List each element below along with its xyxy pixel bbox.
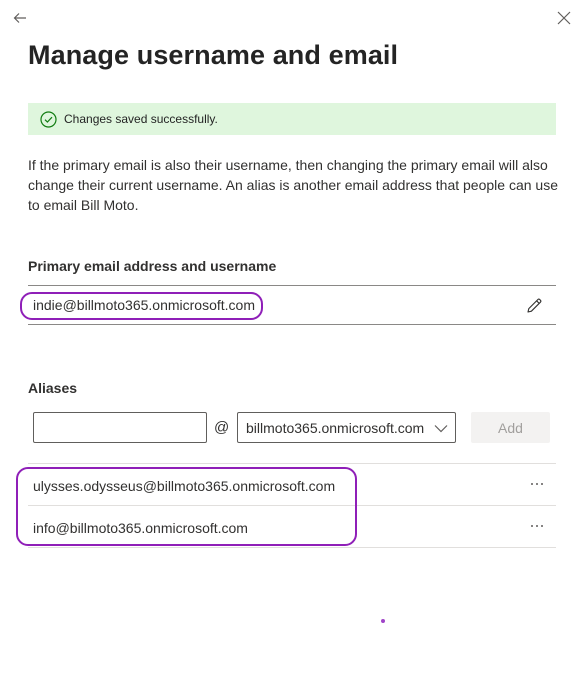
annotation-dot: [381, 619, 385, 623]
more-options-icon: [531, 483, 543, 485]
description-text: If the primary email is also their usern…: [28, 157, 558, 213]
more-options-button[interactable]: [527, 518, 547, 534]
primary-email-value: indie@billmoto365.onmicrosoft.com: [33, 297, 255, 313]
alias-email: info@billmoto365.onmicrosoft.com: [33, 520, 248, 536]
domain-dropdown[interactable]: billmoto365.onmicrosoft.com: [237, 412, 456, 443]
primary-email-label: Primary email address and username: [28, 258, 277, 274]
chevron-down-icon: [434, 422, 448, 434]
back-button[interactable]: [10, 8, 30, 28]
alias-row: ulysses.odysseus@billmoto365.onmicrosoft…: [28, 463, 556, 505]
pencil-icon: [526, 298, 541, 313]
success-message-bar: Changes saved successfully.: [28, 103, 556, 135]
more-options-button[interactable]: [527, 476, 547, 492]
success-message-text: Changes saved successfully.: [64, 112, 218, 126]
alias-email: ulysses.odysseus@billmoto365.onmicrosoft…: [33, 478, 336, 494]
arrow-left-icon: [13, 13, 26, 23]
add-alias-button[interactable]: Add: [471, 412, 550, 443]
aliases-label: Aliases: [28, 380, 78, 396]
alias-username-input[interactable]: [33, 412, 207, 443]
domain-selected-value: billmoto365.onmicrosoft.com: [246, 420, 425, 436]
more-options-icon: [531, 525, 543, 527]
close-button[interactable]: [554, 8, 574, 28]
close-icon: [557, 11, 571, 25]
checkmark-circle-icon: [39, 110, 57, 128]
at-symbol: @: [214, 419, 230, 436]
alias-list: ulysses.odysseus@billmoto365.onmicrosoft…: [28, 463, 556, 548]
alias-row: info@billmoto365.onmicrosoft.com: [28, 505, 556, 548]
edit-primary-email-button[interactable]: [524, 295, 544, 315]
primary-email-row: indie@billmoto365.onmicrosoft.com: [28, 285, 556, 325]
page-title: Manage username and email: [28, 40, 399, 70]
